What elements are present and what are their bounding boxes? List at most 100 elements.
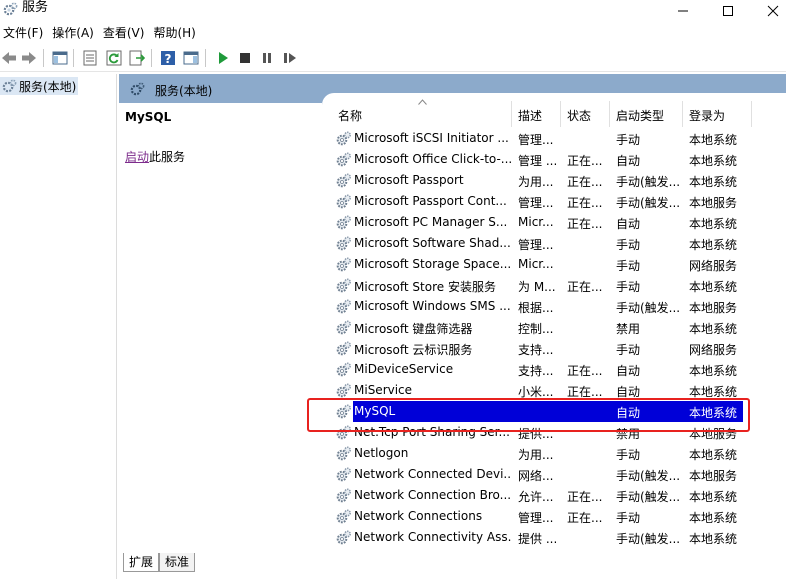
service-status: 正在... bbox=[567, 364, 603, 378]
console-tree: 服务(本地) bbox=[0, 74, 117, 579]
service-row[interactable]: Microsoft Passport Cont... 管理... 正在... 手动(触… bbox=[322, 191, 786, 212]
service-row[interactable]: Microsoft 键盘筛选器 控制... 禁用 本地系统 bbox=[322, 317, 786, 338]
column-header-log-on-as[interactable]: 登录为 bbox=[689, 107, 725, 124]
service-name: Microsoft 键盘筛选器 bbox=[354, 322, 473, 336]
service-status: 正在... bbox=[567, 511, 603, 525]
minimize-button[interactable] bbox=[660, 0, 706, 22]
properties-button[interactable] bbox=[81, 49, 99, 67]
service-row[interactable]: Microsoft Passport 为用... 正在... 手动(触发... 本地系统 bbox=[322, 170, 786, 191]
service-row[interactable]: Network Connected Devi... 网络... 手动(触发... 本地… bbox=[322, 464, 786, 485]
column-divider[interactable] bbox=[682, 101, 683, 127]
column-header-startup-type[interactable]: 启动类型 bbox=[616, 107, 664, 124]
column-divider[interactable] bbox=[751, 101, 752, 127]
restart-icon bbox=[284, 53, 296, 63]
stop-icon bbox=[240, 53, 250, 63]
toolbar-separator bbox=[151, 49, 152, 67]
service-name: Network Connection Bro... bbox=[354, 488, 511, 502]
service-log-on-as: 本地系统 bbox=[689, 322, 738, 336]
column-header-name[interactable]: 名称 bbox=[338, 107, 362, 124]
service-status: 正在... bbox=[567, 490, 603, 504]
service-status: 正在... bbox=[567, 196, 603, 210]
service-gear-icon bbox=[335, 508, 352, 525]
tab-extended[interactable]: 扩展 bbox=[123, 553, 160, 572]
service-name: Netlogon bbox=[354, 446, 409, 460]
back-button[interactable] bbox=[0, 49, 18, 67]
stop-service-button[interactable] bbox=[236, 49, 254, 67]
service-startup-type: 自动 bbox=[616, 154, 641, 168]
service-gear-icon bbox=[335, 193, 352, 210]
column-divider[interactable] bbox=[560, 101, 561, 127]
menu-help[interactable]: 帮助(H) bbox=[150, 23, 201, 43]
pause-service-button[interactable] bbox=[258, 49, 276, 67]
service-name: Network Connections bbox=[354, 509, 483, 523]
service-description: 允许... bbox=[518, 490, 554, 504]
show-hide-console-tree-button[interactable] bbox=[51, 49, 69, 67]
view-tabs: 扩展 标准 bbox=[119, 551, 786, 579]
service-description: 为用... bbox=[518, 448, 554, 462]
pane-header-label: 服务(本地) bbox=[155, 84, 213, 98]
services-list: 名称 描述 状态 启动类型 登录为 Microsoft iSCSI Initia… bbox=[322, 93, 786, 545]
service-startup-type: 手动 bbox=[616, 511, 641, 525]
service-description: 控制... bbox=[518, 322, 554, 336]
service-row[interactable]: Microsoft iSCSI Initiator ... 管理... 手动 本地系统 bbox=[322, 128, 786, 149]
export-list-button[interactable] bbox=[128, 49, 146, 67]
tree-item-services-local[interactable]: 服务(本地) bbox=[0, 77, 78, 95]
close-button[interactable] bbox=[750, 0, 786, 22]
toolbar: ? bbox=[0, 44, 786, 72]
menu-view[interactable]: 查看(V) bbox=[100, 23, 151, 43]
service-name: Network Connected Devi... bbox=[354, 467, 511, 481]
column-header-status[interactable]: 状态 bbox=[567, 107, 591, 124]
service-startup-type: 禁用 bbox=[616, 322, 641, 336]
start-service-button[interactable] bbox=[214, 49, 232, 67]
menu-file[interactable]: 文件(F) bbox=[0, 23, 49, 43]
service-gear-icon bbox=[335, 319, 352, 336]
service-startup-type: 手动 bbox=[616, 280, 641, 294]
service-log-on-as: 本地系统 bbox=[689, 490, 738, 504]
service-status: 正在... bbox=[567, 280, 603, 294]
service-name: Microsoft Software Shad... bbox=[354, 236, 511, 250]
toolbar-separator bbox=[73, 49, 74, 67]
service-row[interactable]: Microsoft Storage Space... Micr... 手动 网络服务 bbox=[322, 254, 786, 275]
service-gear-icon bbox=[335, 130, 352, 147]
service-gear-icon bbox=[335, 277, 352, 294]
service-gear-icon bbox=[335, 466, 352, 483]
column-divider[interactable] bbox=[609, 101, 610, 127]
service-row[interactable]: MiDeviceService 支持... 正在... 自动 本地系统 bbox=[322, 359, 786, 380]
forward-button[interactable] bbox=[20, 49, 38, 67]
service-row[interactable]: Network Connections 管理... 正在... 手动 本地系统 bbox=[322, 506, 786, 527]
properties-icon bbox=[83, 50, 97, 66]
service-row[interactable]: Microsoft Software Shad... 管理... 手动 本地系统 bbox=[322, 233, 786, 254]
start-service-link[interactable]: 启动 bbox=[125, 150, 149, 164]
service-description: 管理... bbox=[518, 133, 554, 147]
help-button[interactable]: ? bbox=[159, 49, 177, 67]
service-row[interactable]: Network Connection Bro... 允许... 正在... 手动(触发… bbox=[322, 485, 786, 506]
service-row[interactable]: Microsoft 云标识服务 支持... 手动 网络服务 bbox=[322, 338, 786, 359]
menu-action[interactable]: 操作(A) bbox=[49, 23, 100, 43]
maximize-button[interactable] bbox=[705, 0, 751, 22]
service-startup-type: 手动 bbox=[616, 448, 641, 462]
service-log-on-as: 本地系统 bbox=[689, 175, 738, 189]
export-list-icon bbox=[129, 50, 145, 66]
show-action-pane-button[interactable] bbox=[182, 49, 200, 67]
column-divider[interactable] bbox=[511, 101, 512, 127]
service-row[interactable]: Microsoft Store 安装服务 为 M... 正在... 手动 本地系统 bbox=[322, 275, 786, 296]
service-row[interactable]: Microsoft Office Click-to-... 管理 ... 正在...… bbox=[322, 149, 786, 170]
service-log-on-as: 本地服务 bbox=[689, 469, 738, 483]
close-icon bbox=[767, 5, 779, 17]
service-description: 提供 ... bbox=[518, 532, 556, 545]
service-row[interactable]: Netlogon 为用... 手动 本地系统 bbox=[322, 443, 786, 464]
service-detail-title: MySQL bbox=[125, 110, 172, 124]
refresh-button[interactable] bbox=[105, 49, 123, 67]
service-description: 为 M... bbox=[518, 280, 556, 294]
service-log-on-as: 本地系统 bbox=[689, 133, 738, 147]
restart-service-button[interactable] bbox=[281, 49, 299, 67]
service-row[interactable]: Microsoft PC Manager S... Micr... 正在... 自动 本… bbox=[322, 212, 786, 233]
column-header-description[interactable]: 描述 bbox=[518, 107, 542, 124]
service-name: MiService bbox=[354, 383, 413, 397]
service-row[interactable]: Microsoft Windows SMS ... 根据... 手动(触发... 本地… bbox=[322, 296, 786, 317]
service-startup-type: 手动(触发... bbox=[616, 469, 680, 483]
service-name: Microsoft Storage Space... bbox=[354, 257, 511, 271]
service-log-on-as: 本地系统 bbox=[689, 217, 738, 231]
service-row[interactable]: Network Connectivity Ass... 提供 ... 手动(触发..… bbox=[322, 527, 786, 545]
tab-standard[interactable]: 标准 bbox=[159, 553, 196, 572]
